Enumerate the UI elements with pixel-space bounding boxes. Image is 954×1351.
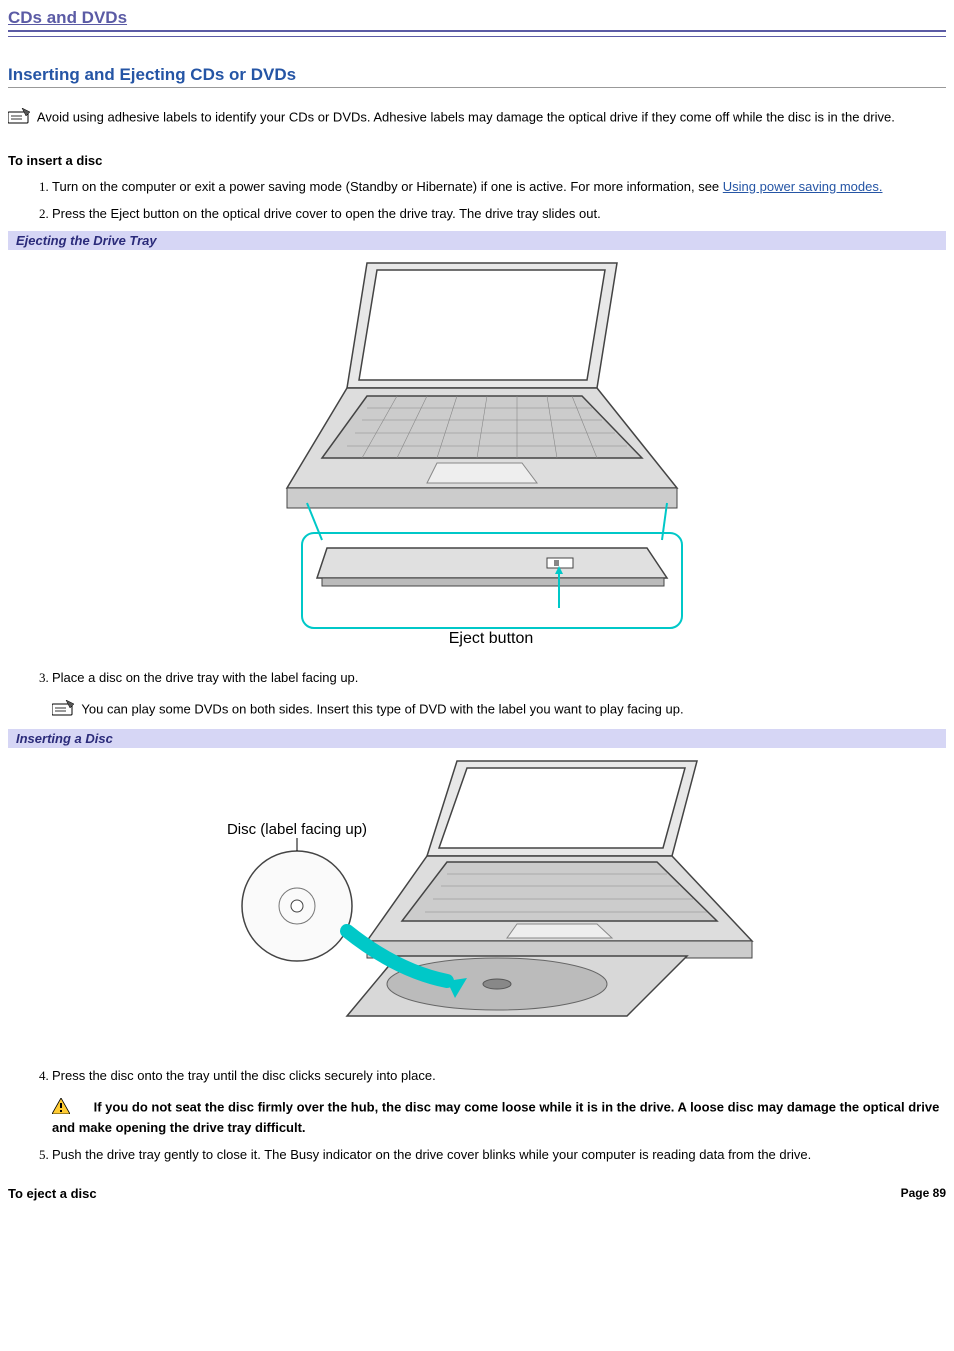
step-5: Push the drive tray gently to close it. … — [52, 1146, 946, 1164]
step-4-warning: If you do not seat the disc firmly over … — [52, 1098, 946, 1136]
page-title: CDs and DVDs — [8, 8, 946, 32]
insert-steps-list-cont: Place a disc on the drive tray with the … — [8, 669, 946, 721]
pencil-note-icon — [52, 700, 74, 721]
to-eject-heading: To eject a disc — [8, 1186, 97, 1201]
step-4-text: Press the disc onto the tray until the d… — [52, 1068, 436, 1083]
page-number: Page 89 — [901, 1186, 946, 1201]
insert-steps-list-cont2: Press the disc onto the tray until the d… — [8, 1067, 946, 1164]
disc-label-text: Disc (label facing up) — [227, 821, 367, 838]
step-2: Press the Eject button on the optical dr… — [52, 205, 946, 223]
figure-2-caption: Inserting a Disc — [8, 729, 946, 748]
step-3-note: You can play some DVDs on both sides. In… — [52, 700, 946, 721]
eject-button-label: Eject button — [449, 630, 534, 647]
step-3-note-text: You can play some DVDs on both sides. In… — [81, 702, 683, 717]
step-4: Press the disc onto the tray until the d… — [52, 1067, 946, 1137]
step-3-text: Place a disc on the drive tray with the … — [52, 670, 358, 685]
step-1: Turn on the computer or exit a power sav… — [52, 178, 946, 196]
insert-steps-list: Turn on the computer or exit a power sav… — [8, 178, 946, 223]
power-saving-modes-link[interactable]: Using power saving modes. — [723, 179, 883, 194]
step-3: Place a disc on the drive tray with the … — [52, 669, 946, 721]
step-4-warning-text: If you do not seat the disc firmly over … — [52, 1100, 939, 1135]
title-underline — [8, 36, 946, 37]
step-1-text: Turn on the computer or exit a power sav… — [52, 179, 723, 194]
pencil-note-icon — [8, 108, 30, 129]
warning-icon — [52, 1098, 70, 1119]
to-insert-heading: To insert a disc — [8, 153, 946, 168]
inserting-disc-illustration: Disc (label facing up) — [197, 756, 757, 1046]
intro-note: Avoid using adhesive labels to identify … — [8, 108, 946, 129]
intro-note-text: Avoid using adhesive labels to identify … — [37, 110, 895, 125]
figure-1-caption: Ejecting the Drive Tray — [8, 231, 946, 250]
figure-2: Disc (label facing up) — [8, 748, 946, 1057]
ejecting-drive-tray-illustration: Eject button — [247, 258, 707, 648]
figure-1: Eject button — [8, 250, 946, 659]
section-heading: Inserting and Ejecting CDs or DVDs — [8, 65, 946, 88]
